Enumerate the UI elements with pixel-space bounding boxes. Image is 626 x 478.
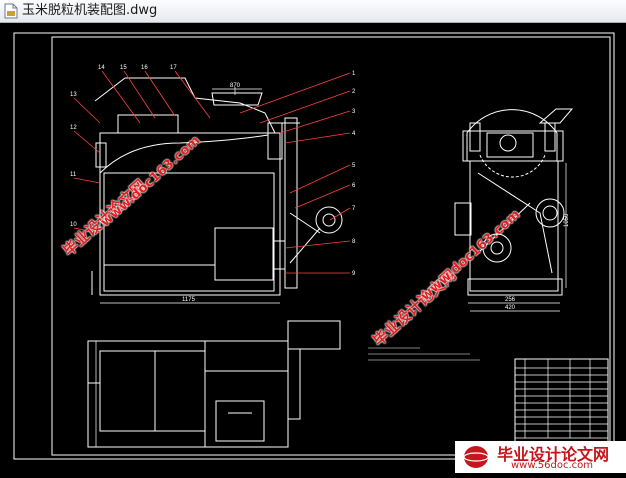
window-titlebar: 玉米脱粒机装配图.dwg [0,0,626,23]
callout-label: 13 [70,92,77,98]
drawing-canvas[interactable]: 14 15 16 17 13 12 11 10 1 2 3 4 5 6 7 8 … [0,23,626,473]
logo-globe-icon [463,446,489,468]
dwg-file-icon [4,3,18,19]
logo-url: www.56doc.com [511,460,594,471]
callout-label: 3 [352,109,356,115]
site-logo: 毕业设计论文网 www.56doc.com [455,441,626,473]
dimension-label: 1175 [182,297,196,303]
callout-label: 6 [352,183,356,189]
inner-frame [51,36,611,456]
top-view [87,320,341,448]
callout-label: 1 [352,71,356,77]
title-block [514,358,609,454]
callout-label: 5 [352,163,356,169]
dimension-label: 1050 [564,213,570,227]
callout-label: 7 [352,206,356,212]
callout-label: 11 [70,172,77,178]
dimension-label: 870 [230,83,241,89]
cad-drawing: 14 15 16 17 13 12 11 10 1 2 3 4 5 6 7 8 … [13,32,615,460]
title-block-grid [515,359,608,439]
callout-label: 17 [170,65,177,71]
callout-label: 8 [352,239,356,245]
window-title: 玉米脱粒机装配图.dwg [22,3,158,18]
leader-lines [73,70,351,274]
callout-label: 4 [352,131,356,137]
dimension-label: 256 [505,297,516,303]
callout-label: 15 [120,65,127,71]
callout-label: 12 [70,125,77,131]
callout-label: 14 [98,65,105,71]
dimension-label: 420 [505,305,516,311]
callout-label: 9 [352,271,356,277]
callout-label: 2 [352,89,356,95]
callout-label: 16 [141,65,148,71]
